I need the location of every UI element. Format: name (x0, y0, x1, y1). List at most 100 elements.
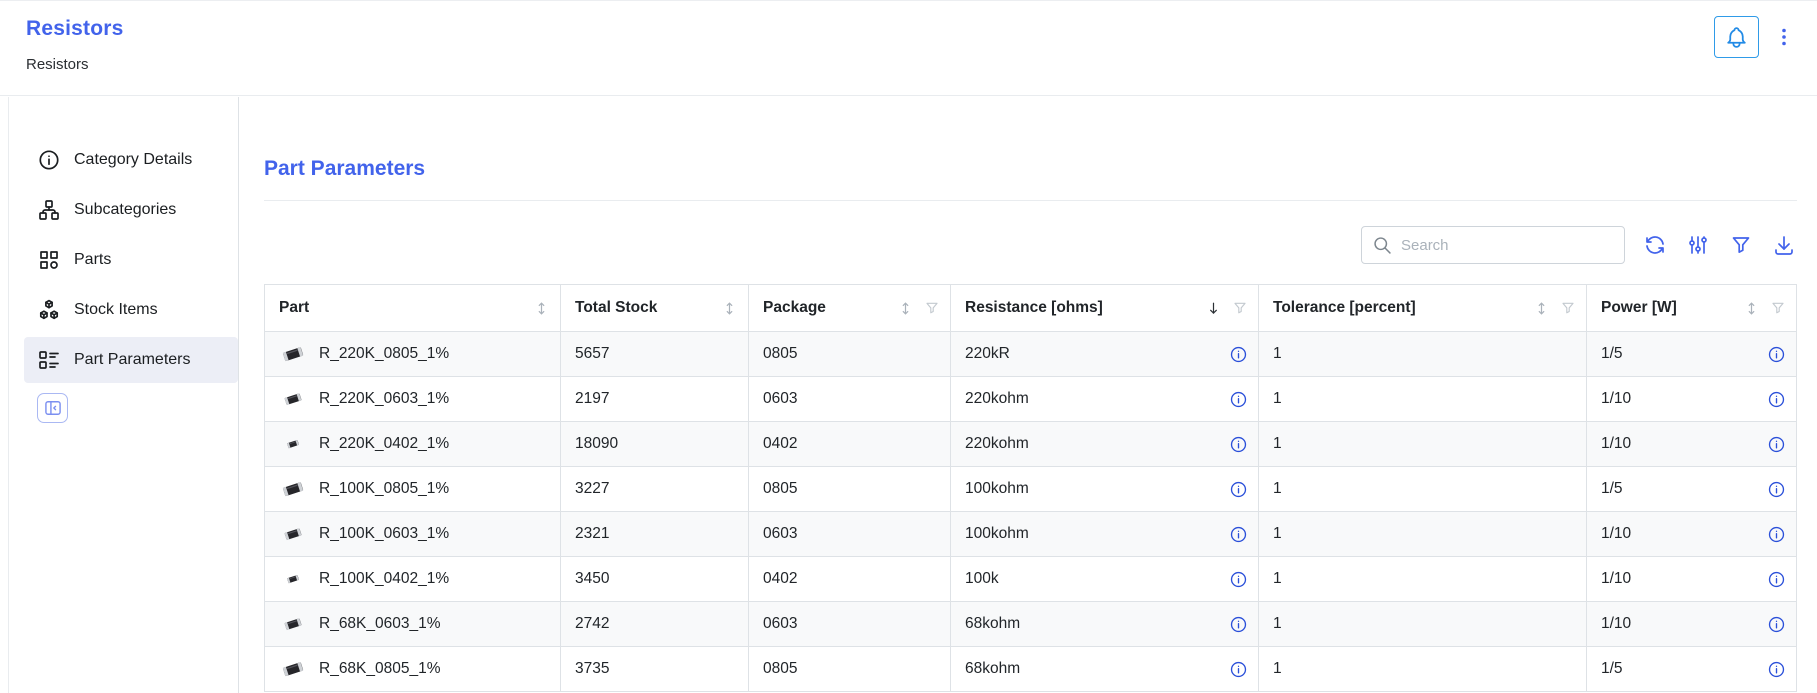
resistance-value: 100k (965, 570, 1229, 588)
sidebar-item-subcategories[interactable]: Subcategories (24, 187, 238, 233)
panel-divider (264, 200, 1797, 201)
table-row[interactable]: R_100K_0603_1% 2321 0603 100kohm 1 1/10 (265, 512, 1797, 557)
info-icon[interactable] (1767, 660, 1786, 679)
sort-desc-icon[interactable] (1205, 300, 1222, 317)
part-name: R_100K_0603_1% (319, 525, 449, 543)
sidebar: Category Details Subcategories Parts Sto… (9, 97, 238, 693)
resistance-value: 68kohm (965, 615, 1229, 633)
part-name: R_220K_0603_1% (319, 390, 449, 408)
sidebar-collapse-icon (43, 398, 63, 418)
table-row[interactable]: R_220K_0805_1% 5657 0805 220kR 1 1/5 (265, 332, 1797, 377)
sort-icon[interactable] (1533, 300, 1550, 317)
column-label: Power [W] (1601, 299, 1677, 317)
table-row[interactable]: R_100K_0805_1% 3227 0805 100kohm 1 1/5 (265, 467, 1797, 512)
header-actions (1714, 16, 1797, 58)
sidebar-item-parts[interactable]: Parts (24, 237, 238, 283)
power-value: 1/5 (1601, 345, 1767, 363)
download-icon (1772, 233, 1796, 257)
adjustments-button[interactable] (1685, 232, 1711, 258)
sort-icon[interactable] (533, 300, 550, 317)
power-value: 1/10 (1601, 435, 1767, 453)
column-filter-icon[interactable] (1770, 300, 1786, 316)
main-panel: Part Parameters Part Total Stock Package (239, 97, 1817, 693)
sidebar-item-stock-items[interactable]: Stock Items (24, 287, 238, 333)
info-icon[interactable] (1229, 480, 1248, 499)
column-filter-icon[interactable] (1232, 300, 1248, 316)
part-thumbnail[interactable] (279, 431, 306, 458)
info-icon[interactable] (1767, 345, 1786, 364)
info-icon[interactable] (1767, 570, 1786, 589)
table-row[interactable]: R_220K_0402_1% 18090 0402 220kohm 1 1/10 (265, 422, 1797, 467)
part-name: R_220K_0402_1% (319, 435, 449, 453)
power-value: 1/10 (1601, 525, 1767, 543)
sidebar-item-label: Parts (74, 251, 111, 269)
part-name: R_68K_0603_1% (319, 615, 441, 633)
info-icon[interactable] (1767, 480, 1786, 499)
info-icon[interactable] (1229, 525, 1248, 544)
search-icon (1372, 235, 1393, 256)
column-header-power-w[interactable]: Power [W] (1587, 285, 1797, 332)
info-icon[interactable] (1229, 435, 1248, 454)
part-thumbnail[interactable] (279, 341, 306, 368)
content-area: Category Details Subcategories Parts Sto… (8, 97, 1817, 693)
column-filter-icon[interactable] (1560, 300, 1576, 316)
table-row[interactable]: R_68K_0805_1% 3735 0805 68kohm 1 1/5 (265, 647, 1797, 692)
tolerance-cell: 1 (1259, 647, 1587, 692)
info-icon[interactable] (1229, 615, 1248, 634)
adjustments-icon (1686, 233, 1710, 257)
sort-icon[interactable] (721, 300, 738, 317)
part-thumbnail[interactable] (279, 611, 306, 638)
column-filter-icon[interactable] (924, 300, 940, 316)
info-icon[interactable] (1229, 390, 1248, 409)
info-icon[interactable] (1229, 570, 1248, 589)
sort-icon[interactable] (1743, 300, 1760, 317)
column-label: Resistance [ohms] (965, 299, 1103, 317)
info-icon[interactable] (1767, 435, 1786, 454)
resistance-value: 100kohm (965, 525, 1229, 543)
column-header-part[interactable]: Part (265, 285, 561, 332)
column-label: Total Stock (575, 299, 657, 317)
resistance-value: 220kR (965, 345, 1229, 363)
sidebar-item-part-parameters[interactable]: Part Parameters (24, 337, 238, 383)
info-icon[interactable] (1229, 660, 1248, 679)
tolerance-cell: 1 (1259, 602, 1587, 647)
column-header-resistance-ohms[interactable]: Resistance [ohms] (951, 285, 1259, 332)
column-header-package[interactable]: Package (749, 285, 951, 332)
download-button[interactable] (1771, 232, 1797, 258)
power-value: 1/5 (1601, 660, 1767, 678)
kebab-menu-button[interactable] (1771, 16, 1797, 58)
total-stock-cell: 2197 (561, 377, 749, 422)
notifications-button[interactable] (1714, 16, 1759, 58)
search-box (1361, 226, 1625, 264)
breadcrumb[interactable]: Resistors (26, 56, 1791, 73)
refresh-button[interactable] (1642, 232, 1668, 258)
part-thumbnail[interactable] (279, 386, 306, 413)
table-row[interactable]: R_68K_0603_1% 2742 0603 68kohm 1 1/10 (265, 602, 1797, 647)
category-icon (37, 248, 61, 272)
part-thumbnail[interactable] (279, 656, 306, 683)
part-thumbnail[interactable] (279, 476, 306, 503)
info-icon[interactable] (1767, 615, 1786, 634)
part-thumbnail[interactable] (279, 521, 306, 548)
tolerance-cell: 1 (1259, 332, 1587, 377)
info-icon[interactable] (1767, 525, 1786, 544)
search-input[interactable] (1401, 237, 1614, 254)
package-cell: 0402 (749, 422, 951, 467)
list-details-icon (37, 348, 61, 372)
sidebar-item-label: Stock Items (74, 301, 158, 319)
info-icon[interactable] (1767, 390, 1786, 409)
part-parameters-table: Part Total Stock Package Resistance [ohm… (264, 284, 1797, 692)
table-row[interactable]: R_220K_0603_1% 2197 0603 220kohm 1 1/10 (265, 377, 1797, 422)
sidebar-item-label: Subcategories (74, 201, 176, 219)
part-thumbnail[interactable] (279, 566, 306, 593)
total-stock-cell: 3735 (561, 647, 749, 692)
sort-icon[interactable] (897, 300, 914, 317)
package-cell: 0805 (749, 467, 951, 512)
info-icon[interactable] (1229, 345, 1248, 364)
filter-button[interactable] (1728, 232, 1754, 258)
sidebar-item-category-details[interactable]: Category Details (24, 137, 238, 183)
column-header-total-stock[interactable]: Total Stock (561, 285, 749, 332)
table-row[interactable]: R_100K_0402_1% 3450 0402 100k 1 1/10 (265, 557, 1797, 602)
sidebar-collapse-button[interactable] (37, 393, 68, 423)
column-header-tolerance-percent[interactable]: Tolerance [percent] (1259, 285, 1587, 332)
